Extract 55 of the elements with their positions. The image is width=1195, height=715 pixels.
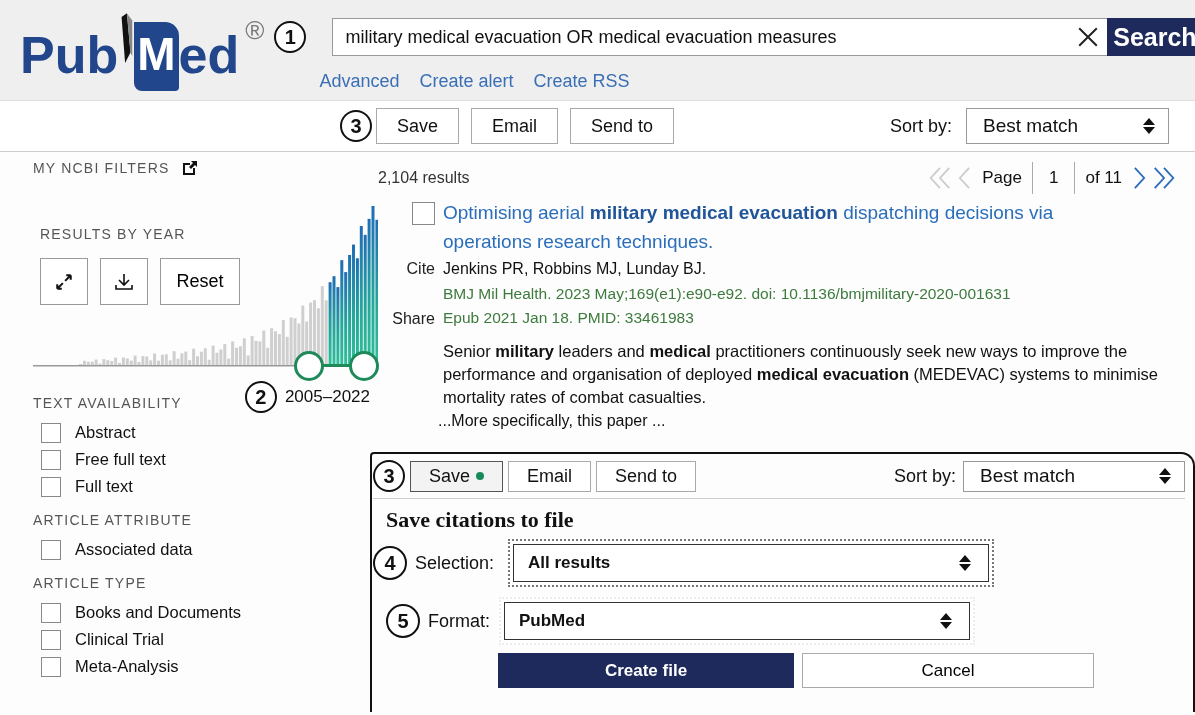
share-link[interactable]: Share [392,306,435,332]
callout-number: 1 [274,21,307,53]
section-heading: ARTICLE ATTRIBUTE [33,512,193,528]
section-heading: ARTICLE TYPE [33,575,147,591]
cancel-button[interactable]: Cancel [802,653,1094,688]
article-snippet: Senior military leaders and medical practitioners continuously seek new ways to improve the performance and organisation of deployed medical evacuation (MEDEVAC) systems to minimise mortality rates of combat casualties. [443,341,1160,408]
dropdown-select[interactable]: All results [513,544,990,582]
article-citation: BMJ Mil Health. 2023 May;169(e1):e90-e92. doi: 10.1136/bmjmilitary-2020-001631 [443,284,1012,304]
panel-title: Save citations to file [386,507,575,533]
section-heading: RESULTS BY YEAR [39,225,187,242]
pubmed-logo[interactable]: Pub Med$^{®}$ [20,12,265,88]
section-heading: TEXT AVAILABILITY [33,395,182,411]
sort-label: Sort by: [889,115,952,137]
sort-select[interactable]: Best match [966,108,1169,144]
toolbar-button[interactable]: Email [508,460,592,492]
filter-label[interactable]: Meta-Analysis [75,657,179,676]
header-link[interactable]: Advanced [319,71,400,92]
dropdown-select[interactable]: PubMed [504,602,970,640]
header-link[interactable]: Create alert [419,71,514,92]
sort-label: Sort by: [893,465,956,487]
article-authors: Jenkins PR, Robbins MJ, Lunday BJ. [443,259,708,279]
section-heading: MY NCBI FILTERS [33,160,170,176]
callout-number: 5 [386,604,420,638]
callout-number: 4 [373,546,407,580]
callout-number: 3 [340,110,372,142]
filter-label[interactable]: Full text [75,477,133,496]
year-range-label: 2005–2022 [284,387,370,407]
article-title-link[interactable]: Optimising aerial military medical evacuation dispatching decisions via operations research techniques. [443,198,1143,256]
filter-label[interactable]: Associated data [75,540,193,559]
create-file-button[interactable]: Create file [498,653,794,688]
article-snippet-more: ...More specifically, this paper ... [438,412,667,430]
toolbar-button[interactable]: Send to [596,460,697,492]
search-field[interactable]: military medical evacuation OR medical evacuation measures [332,18,1108,56]
results-count: 2,104 results [378,169,470,187]
toolbar-button[interactable]: Send to [570,108,675,144]
search-button[interactable]: Search [1107,18,1195,56]
header-link[interactable]: Create RSS [533,71,630,92]
cite-link[interactable]: Cite [406,256,435,282]
sort-select[interactable]: Best match [963,460,1185,492]
filter-label[interactable]: Abstract [75,423,136,442]
page-number-field[interactable]: 1 [1031,162,1076,194]
toolbar-button[interactable]: Save [410,460,504,492]
field-label: Selection: [415,552,495,574]
reset-button[interactable]: Reset [160,258,240,305]
page-label: Page [982,168,1022,188]
callout-number: 3 [373,460,405,492]
article-pmid: Epub 2021 Jan 18. PMID: 33461983 [443,308,695,328]
filter-label[interactable]: Clinical Trial [75,630,164,649]
toolbar-button[interactable]: Save [376,108,460,144]
callout-number: 2 [244,381,277,413]
filter-label[interactable]: Free full text [75,450,166,469]
page-total: of 11 [1085,168,1122,188]
field-label: Format: [428,610,490,632]
filter-label[interactable]: Books and Documents [75,603,241,622]
toolbar-button[interactable]: Email [471,108,559,144]
